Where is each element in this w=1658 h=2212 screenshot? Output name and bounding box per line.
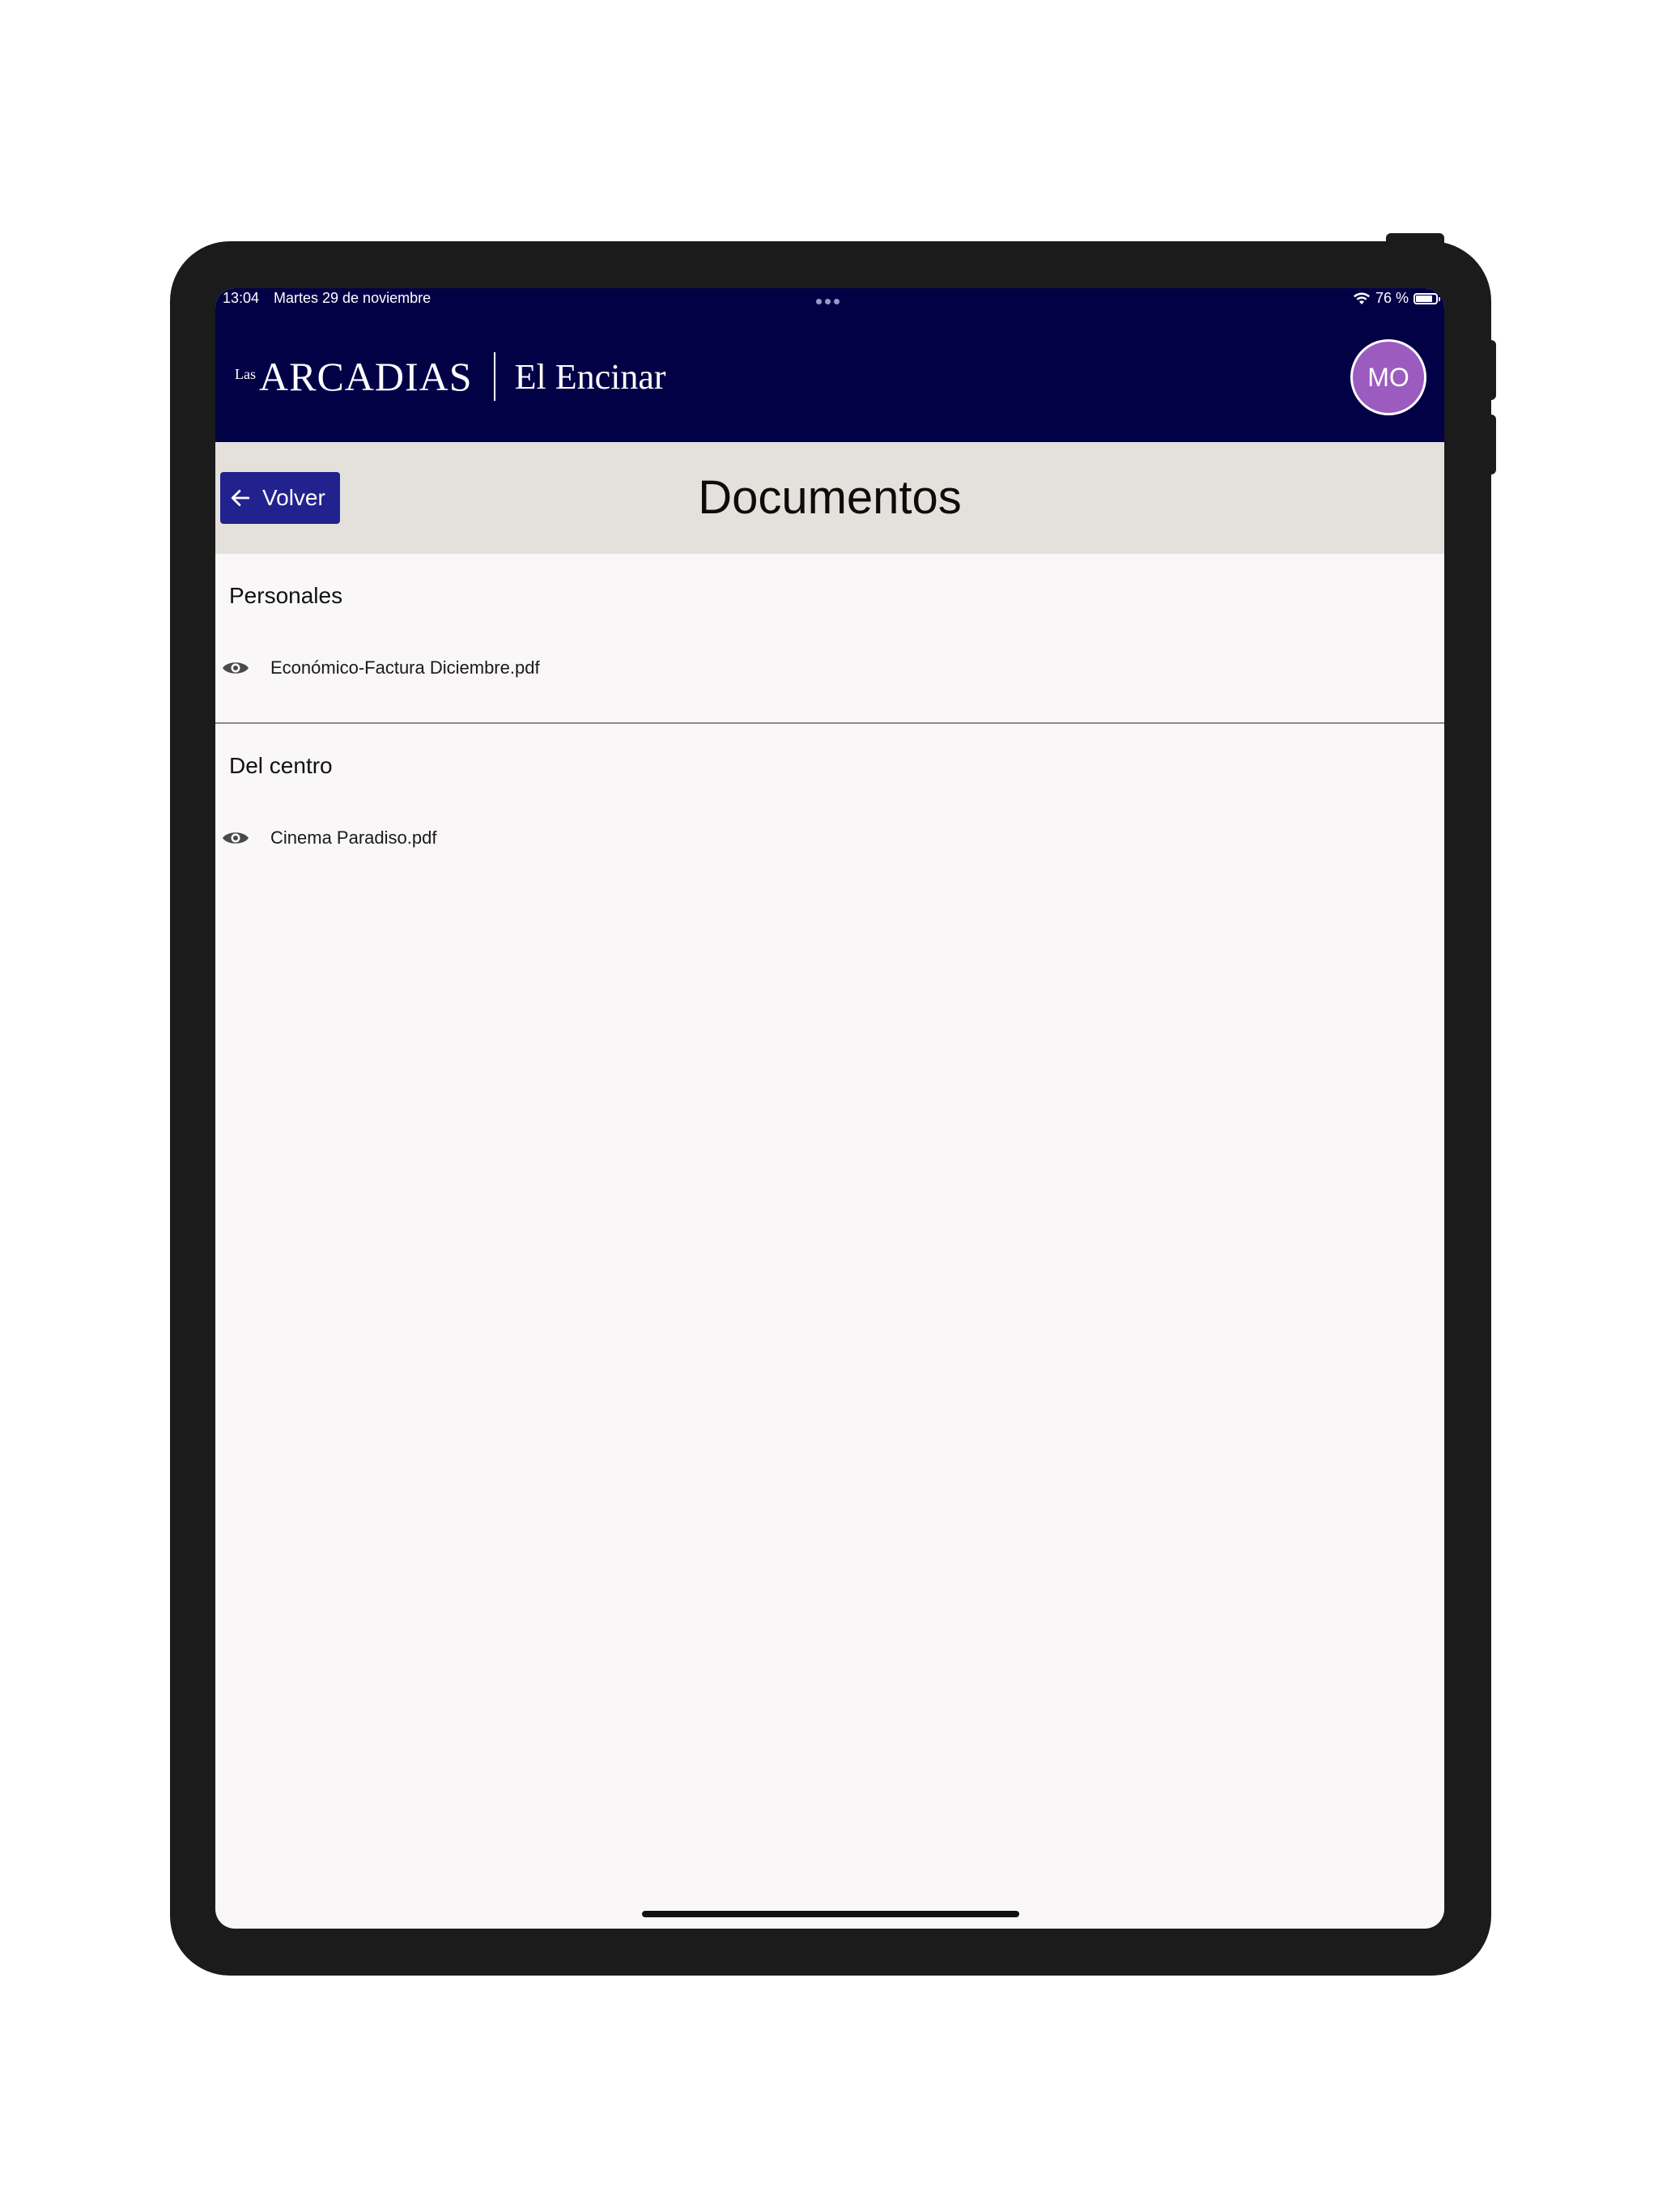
page-header: Documentos Volver: [215, 442, 1444, 554]
brand-logo: Las ARCADIAS El Encinar: [235, 351, 666, 402]
status-date: Martes 29 de noviembre: [274, 290, 432, 306]
wifi-icon: [1353, 292, 1370, 304]
app-header: 13:04 Martes 29 de noviembre 76 % Las AR…: [215, 288, 1444, 442]
volume-down-button: [1486, 415, 1496, 474]
battery-icon: [1414, 292, 1440, 304]
battery-percentage: 76 %: [1375, 290, 1409, 306]
back-button[interactable]: Volver: [220, 472, 340, 524]
multitasking-dots-icon[interactable]: [816, 299, 840, 304]
document-item[interactable]: Económico-Factura Diciembre.pdf: [222, 657, 540, 678]
status-bar: 13:04 Martes 29 de noviembre 76 %: [215, 288, 1444, 313]
logo-main: ARCADIAS: [259, 354, 473, 399]
eye-icon[interactable]: [222, 659, 249, 677]
status-right: 76 %: [1353, 290, 1440, 307]
section-divider: [215, 722, 1444, 724]
page-title: Documentos: [698, 471, 962, 524]
logo-prefix: Las: [235, 365, 256, 382]
eye-icon[interactable]: [222, 829, 249, 847]
status-time: 13:04: [223, 290, 260, 306]
logo-location: El Encinar: [514, 356, 666, 397]
back-button-label: Volver: [262, 485, 325, 510]
document-item[interactable]: Cinema Paradiso.pdf: [222, 827, 436, 849]
section-title: Personales: [229, 583, 343, 608]
app-screen: 13:04 Martes 29 de noviembre 76 % Las AR…: [215, 288, 1444, 1929]
volume-up-button: [1486, 340, 1496, 400]
document-name[interactable]: Cinema Paradiso.pdf: [270, 827, 436, 849]
top-button: [1386, 233, 1444, 245]
logo-divider: [493, 352, 495, 401]
section-title: Del centro: [229, 753, 333, 778]
home-indicator[interactable]: [642, 1911, 1019, 1917]
document-name[interactable]: Económico-Factura Diciembre.pdf: [270, 657, 540, 678]
arrow-left-icon: [231, 489, 250, 507]
user-avatar[interactable]: MO: [1350, 339, 1426, 415]
